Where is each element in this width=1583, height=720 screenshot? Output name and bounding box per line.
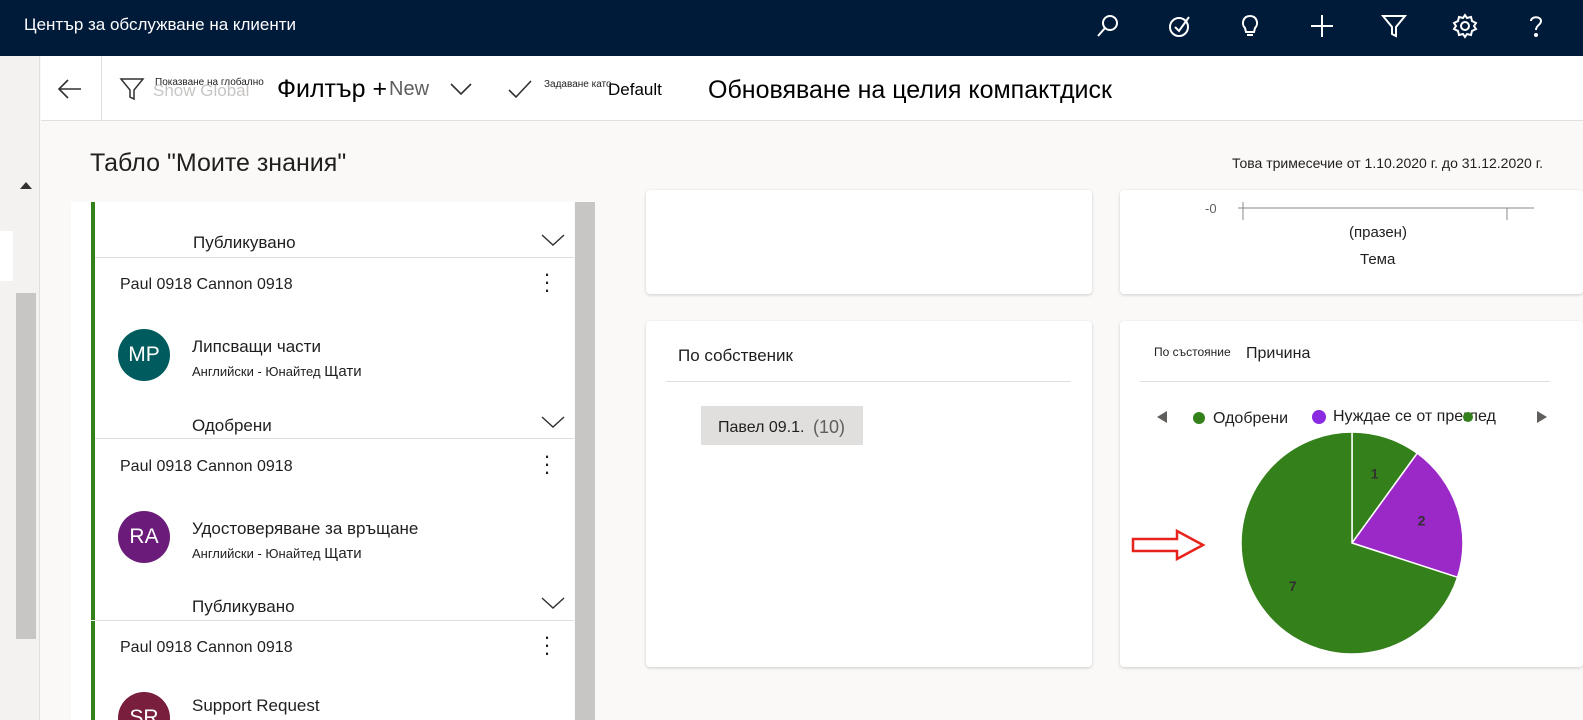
knowledge-article-stream: Публикувано Paul 0918 Cannon 0918 · · · MP… (71, 202, 574, 720)
plus-icon[interactable] (1302, 6, 1342, 46)
chevron-down-icon[interactable] (540, 593, 566, 613)
article-title[interactable]: Липсващи части (192, 337, 321, 357)
x-axis-category: (празен) (1349, 224, 1407, 241)
checkmark-icon[interactable] (507, 76, 533, 102)
rail-scrollbar-thumb[interactable] (16, 293, 36, 639)
filter-icon[interactable] (1374, 6, 1414, 46)
gear-icon[interactable] (1445, 6, 1485, 46)
divider (666, 381, 1071, 382)
by-status-reason-card: По състояние Причина Одобрени Нуждае се … (1120, 321, 1583, 667)
set-as-label[interactable]: Задаване като (544, 79, 612, 90)
chevron-down-icon[interactable] (540, 230, 566, 250)
article-language: Английски - Юнайтед Щати (192, 363, 362, 380)
pie-chart: 1 2 7 (1240, 431, 1464, 655)
avatar: RA (118, 511, 170, 563)
back-arrow-icon[interactable] (55, 74, 85, 104)
list-item-status (91, 202, 574, 258)
rail-selection-marker (0, 231, 13, 281)
more-options-icon[interactable]: · · · (537, 263, 557, 301)
by-owner-card: По собственик (646, 321, 1092, 667)
owner-tag[interactable]: Павел 09.1. (10) (701, 406, 863, 445)
article-language: Английски - Юнайтед Щати (192, 545, 362, 562)
stream-scrollbar[interactable] (575, 202, 595, 720)
top-navigation-bar: Център за обслужване на клиенти (0, 0, 1583, 56)
filter-icon[interactable] (119, 76, 145, 102)
avatar: MP (118, 329, 170, 381)
owner-tag-name: Павел 09.1. (718, 419, 805, 436)
filter-new-button[interactable]: Филтър + (277, 75, 387, 104)
annotation-arrow-icon (1131, 528, 1206, 562)
legend-prev-icon[interactable] (1154, 409, 1170, 425)
article-title[interactable]: Support Request (192, 696, 320, 716)
search-icon[interactable] (1088, 6, 1128, 46)
period-label: Това тримесечие от 1.10.2020 г. до 31.12… (1232, 155, 1543, 171)
status-accent-bar (91, 258, 95, 439)
card-title[interactable]: По собственик (678, 346, 793, 366)
status-label: Публикувано (193, 233, 296, 252)
new-label[interactable]: New (389, 78, 429, 101)
top-right-chart-card: -0 (празен) Тема (1120, 190, 1583, 294)
owner-name: Paul 0918 Cannon 0918 (120, 458, 293, 475)
chevron-down-icon[interactable] (540, 412, 566, 432)
card-title-small: По състояние (1154, 345, 1231, 359)
command-bar-separator (101, 56, 102, 121)
refresh-all-button[interactable]: Обновяване на целия компактдиск (708, 76, 1112, 105)
scroll-up-arrow-icon[interactable] (20, 182, 32, 189)
status-accent-bar (91, 439, 95, 620)
divider (1140, 381, 1550, 382)
legend-next-icon[interactable] (1534, 409, 1550, 425)
card-title[interactable]: Причина (1246, 345, 1310, 363)
show-global-label[interactable]: Показване на глобално (155, 77, 264, 88)
left-rail (0, 56, 40, 720)
more-options-icon[interactable]: · · · (537, 626, 557, 664)
owner-name: Paul 0918 Cannon 0918 (120, 276, 293, 293)
help-icon[interactable] (1516, 6, 1556, 46)
page-title[interactable]: Табло "Моите знания" (90, 149, 346, 178)
legend-dot (1193, 412, 1205, 424)
more-options-icon[interactable]: · · · (537, 445, 557, 483)
article-title[interactable]: Удостоверяване за връщане (192, 519, 418, 539)
x-axis-title: Тема (1360, 251, 1396, 268)
status-label: Одобрени (192, 416, 272, 435)
status-accent-bar (91, 621, 95, 720)
status-label: Публикувано (192, 597, 295, 616)
app-title[interactable]: Център за обслужване на клиенти (24, 15, 296, 35)
owner-tag-count: (10) (813, 417, 846, 437)
lightbulb-icon[interactable] (1230, 6, 1270, 46)
pie-slice-label: 2 (1418, 512, 1426, 528)
y-axis-tick: -0 (1205, 201, 1217, 216)
pie-slice-label: 7 (1289, 578, 1297, 594)
pie-slice-label: 1 (1371, 465, 1379, 481)
set-as-default-button[interactable]: Default (608, 80, 662, 100)
top-middle-card (646, 190, 1092, 294)
command-bar: Show Global Показване на глобално Филтър… (41, 56, 1583, 121)
chevron-down-icon[interactable] (449, 77, 473, 101)
task-check-icon[interactable] (1160, 6, 1200, 46)
owner-name: Paul 0918 Cannon 0918 (120, 639, 293, 656)
status-accent-bar (91, 202, 95, 258)
